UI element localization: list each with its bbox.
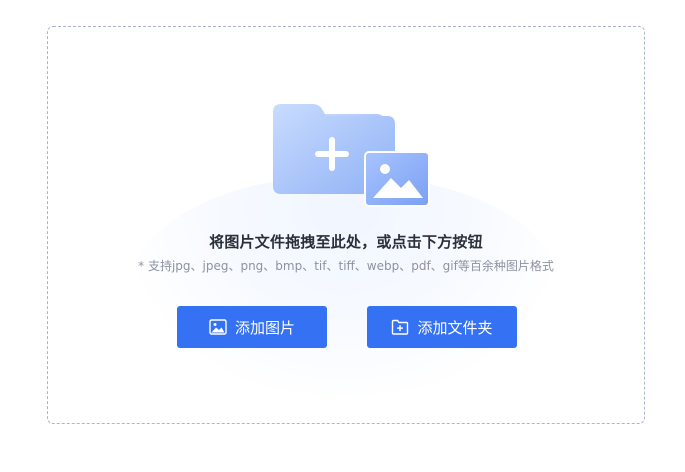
drop-zone[interactable]: 将图片文件拖拽至此处，或点击下方按钮 * 支持jpg、jpeg、png、bmp、…	[47, 26, 645, 424]
folder-image-illustration-icon	[273, 104, 430, 207]
supported-formats-text: * 支持jpg、jpeg、png、bmp、tif、tiff、webp、pdf、g…	[138, 259, 554, 273]
image-icon	[209, 319, 227, 335]
folder-plus-icon	[392, 319, 409, 335]
drop-instruction-text: 将图片文件拖拽至此处，或点击下方按钮	[209, 233, 483, 251]
add-folder-button[interactable]: 添加文件夹	[367, 306, 517, 348]
add-folder-label: 添加文件夹	[417, 318, 493, 337]
upload-page: 将图片文件拖拽至此处，或点击下方按钮 * 支持jpg、jpeg、png、bmp、…	[0, 0, 685, 472]
add-images-button[interactable]: 添加图片	[177, 306, 327, 348]
add-images-label: 添加图片	[234, 318, 295, 337]
background-glow	[132, 175, 558, 395]
